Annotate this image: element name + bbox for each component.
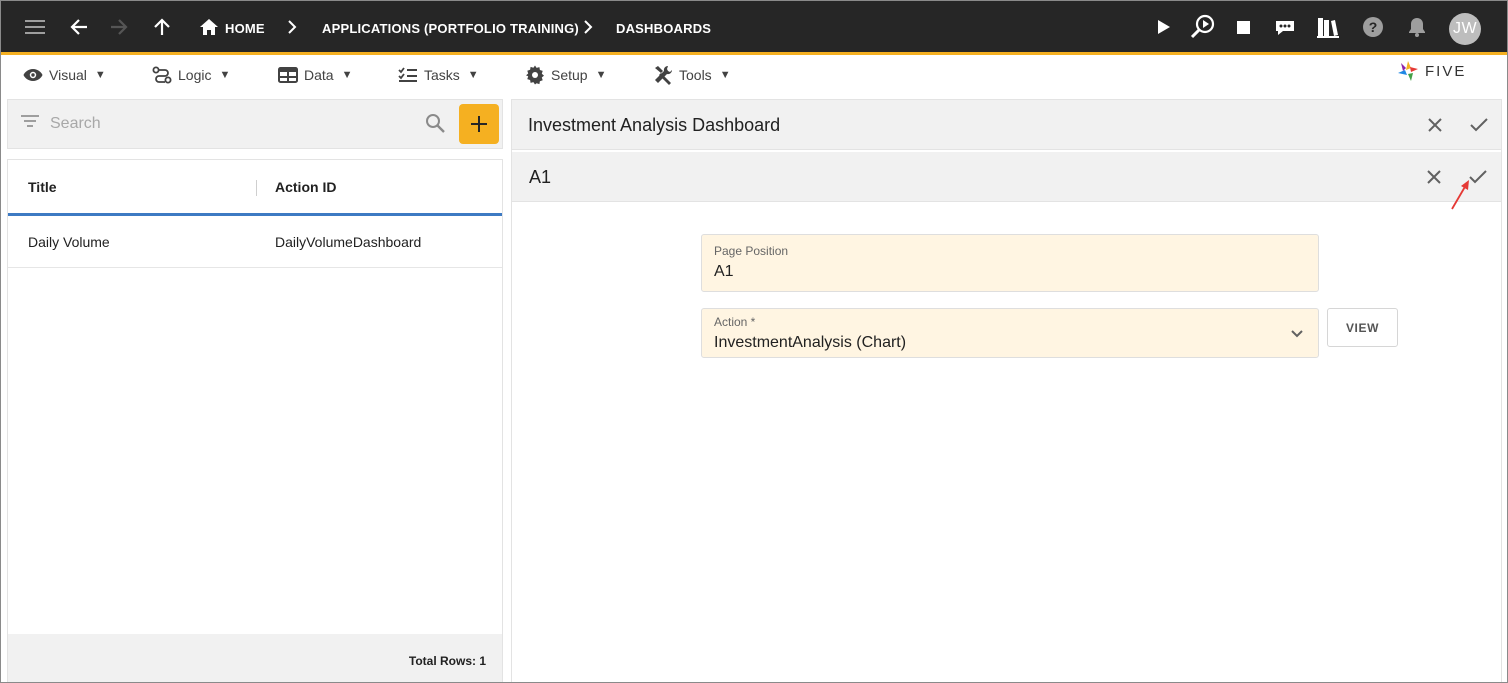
menu-tasks[interactable]: Tasks ▼ xyxy=(398,64,479,86)
add-record-button[interactable] xyxy=(459,104,499,144)
caret-down-icon: ▼ xyxy=(719,69,731,81)
form-cancel-button[interactable] xyxy=(1422,112,1448,138)
list-footer: Total Rows: 1 xyxy=(8,634,502,682)
breadcrumb-dashboards[interactable]: DASHBOARDS xyxy=(616,21,711,36)
eye-icon xyxy=(23,69,43,81)
checklist-icon xyxy=(398,67,417,82)
subform-cancel-button[interactable] xyxy=(1421,164,1447,190)
tools-icon xyxy=(655,65,673,85)
view-action-button[interactable]: VIEW xyxy=(1327,308,1398,347)
menu-visual-label: Visual xyxy=(49,67,87,83)
top-bar: HOME APPLICATIONS (PORTFOLIO TRAINING) D… xyxy=(1,1,1507,55)
chevron-right-icon xyxy=(287,19,297,40)
page-position-value: A1 xyxy=(714,263,734,280)
gear-icon xyxy=(526,65,544,85)
column-divider xyxy=(256,180,257,196)
check-icon xyxy=(1470,118,1488,132)
row-action-id-cell: DailyVolumeDashboard xyxy=(275,234,422,250)
page-position-label: Page Position xyxy=(714,244,789,258)
records-list: Title Action ID Daily Volume DailyVolume… xyxy=(7,159,503,682)
action-select[interactable]: Action * InvestmentAnalysis (Chart) xyxy=(701,308,1319,358)
filter-icon[interactable] xyxy=(20,113,40,134)
breadcrumb-application[interactable]: APPLICATIONS (PORTFOLIO TRAINING) xyxy=(322,21,579,36)
inspect-run-icon[interactable] xyxy=(1189,13,1217,41)
search-bar xyxy=(7,99,503,149)
logic-flow-icon xyxy=(152,66,172,84)
plus-icon xyxy=(471,116,487,132)
close-icon xyxy=(1428,118,1442,132)
stop-icon[interactable] xyxy=(1229,13,1257,41)
action-value: InvestmentAnalysis (Chart) xyxy=(714,334,907,351)
app-window: HOME APPLICATIONS (PORTFOLIO TRAINING) D… xyxy=(0,0,1508,683)
search-input[interactable] xyxy=(50,110,410,138)
form-save-button[interactable] xyxy=(1466,112,1492,138)
table-row[interactable]: Daily Volume DailyVolumeDashboard xyxy=(8,216,502,268)
chevron-right-icon xyxy=(583,19,593,40)
column-header-title[interactable]: Title xyxy=(28,179,57,195)
form-title: Investment Analysis Dashboard xyxy=(528,115,781,135)
row-title-cell: Daily Volume xyxy=(28,234,110,250)
menu-logic-label: Logic xyxy=(178,67,212,83)
search-icon[interactable] xyxy=(424,112,446,139)
annotation-arrow-icon xyxy=(1447,171,1473,218)
home-icon[interactable] xyxy=(195,13,223,41)
caret-down-icon: ▼ xyxy=(219,69,231,81)
menu-data[interactable]: Data ▼ xyxy=(278,64,352,86)
menu-setup-label: Setup xyxy=(551,67,588,83)
menu-icon[interactable] xyxy=(21,13,49,41)
caret-down-icon: ▼ xyxy=(595,69,607,81)
play-icon[interactable] xyxy=(1150,13,1178,41)
menu-bar: Visual ▼ Logic ▼ Data ▼ Tasks ▼ Setup ▼ … xyxy=(1,58,1507,90)
subform-title: A1 xyxy=(529,167,552,187)
menu-tasks-label: Tasks xyxy=(424,67,460,83)
subform-header: A1 xyxy=(512,152,1501,202)
help-icon[interactable]: ? xyxy=(1359,13,1387,41)
five-logo-mark-icon xyxy=(1398,61,1418,81)
menu-visual[interactable]: Visual ▼ xyxy=(23,64,106,86)
menu-logic[interactable]: Logic ▼ xyxy=(152,64,230,86)
list-header: Title Action ID xyxy=(8,160,502,216)
close-icon xyxy=(1427,170,1441,184)
forward-arrow-icon xyxy=(105,13,133,41)
form-header: Investment Analysis Dashboard xyxy=(512,100,1501,150)
table-icon xyxy=(278,67,298,83)
menu-tools[interactable]: Tools ▼ xyxy=(653,64,731,86)
column-header-action-id[interactable]: Action ID xyxy=(275,179,336,195)
action-label: Action * xyxy=(714,315,756,329)
caret-down-icon: ▼ xyxy=(341,69,353,81)
menu-setup[interactable]: Setup ▼ xyxy=(525,64,606,86)
five-logo-text: FIVE xyxy=(1425,62,1467,80)
page-position-field[interactable]: Page Position A1 xyxy=(701,234,1319,292)
user-avatar[interactable]: JW xyxy=(1449,13,1481,45)
notification-bell-icon[interactable] xyxy=(1403,13,1431,41)
five-logo: FIVE xyxy=(1397,59,1466,83)
svg-text:?: ? xyxy=(1369,19,1378,35)
chat-icon[interactable] xyxy=(1271,13,1299,41)
chevron-down-icon[interactable] xyxy=(1290,326,1304,344)
library-icon[interactable] xyxy=(1314,13,1342,41)
caret-down-icon: ▼ xyxy=(467,69,479,81)
total-rows-count: Total Rows: 1 xyxy=(408,654,486,668)
menu-tools-label: Tools xyxy=(679,67,712,83)
up-arrow-icon[interactable] xyxy=(148,13,176,41)
caret-down-icon: ▼ xyxy=(94,69,106,81)
menu-data-label: Data xyxy=(304,67,334,83)
breadcrumb-home[interactable]: HOME xyxy=(225,21,265,36)
form-panel: Investment Analysis Dashboard A1 Page Po… xyxy=(511,99,1502,682)
back-arrow-icon[interactable] xyxy=(65,13,93,41)
